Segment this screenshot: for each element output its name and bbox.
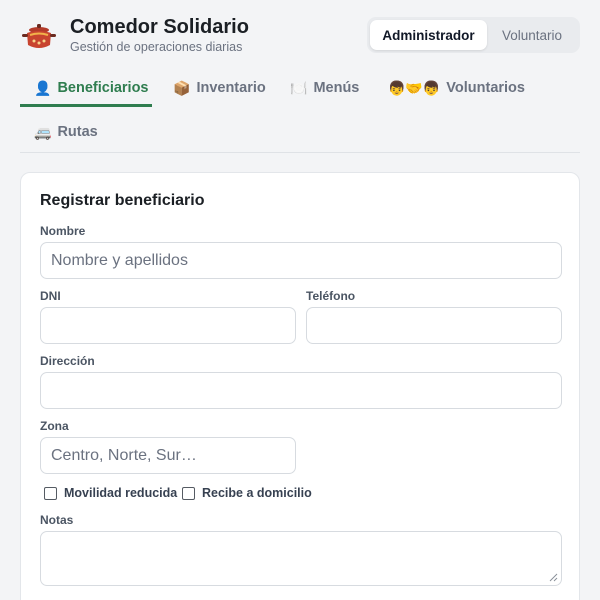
zona-input[interactable]	[40, 437, 296, 474]
notas-wrapper	[40, 531, 562, 586]
checkbox-label: Recibe a domicilio	[202, 486, 312, 500]
app-title: Comedor Solidario	[70, 16, 249, 38]
role-administrador-button[interactable]: Administrador	[370, 20, 487, 50]
tab-rutas[interactable]: 🚐 Rutas	[34, 114, 98, 150]
tab-label: Inventario	[196, 80, 266, 96]
checkbox-box[interactable]	[44, 486, 57, 500]
plate-icon: 🍽️	[290, 80, 308, 96]
tab-label: Rutas	[57, 124, 98, 140]
resize-handle-icon[interactable]	[548, 572, 558, 582]
movilidad-reducida-checkbox[interactable]: Movilidad reducida	[44, 486, 177, 500]
tab-beneficiarios[interactable]: 👤 Beneficiarios	[34, 70, 149, 106]
dni-input[interactable]	[40, 307, 296, 344]
van-icon: 🚐	[34, 124, 52, 140]
direccion-input[interactable]	[40, 372, 562, 409]
checkbox-box[interactable]	[182, 486, 195, 500]
nombre-input[interactable]	[40, 242, 562, 279]
main-tabs: 👤 Beneficiarios 📦 Inventario 🍽️ Menús 👦🤝…	[20, 70, 580, 153]
register-beneficiary-card: Registrar beneficiario Nombre DNI Teléfo…	[20, 172, 580, 600]
tab-menus[interactable]: 🍽️ Menús	[290, 70, 359, 106]
telefono-input[interactable]	[306, 307, 562, 344]
role-voluntario-button[interactable]: Voluntario	[487, 20, 577, 50]
handshake-icon: 👦🤝👦	[388, 80, 441, 96]
notas-textarea[interactable]	[40, 531, 562, 586]
tab-label: Menús	[313, 80, 360, 96]
app-header: Comedor Solidario Gestión de operaciones…	[0, 0, 600, 70]
tab-label: Voluntarios	[446, 80, 525, 96]
person-icon: 👤	[34, 80, 52, 96]
package-icon: 📦	[173, 80, 191, 96]
tab-label: Beneficiarios	[57, 80, 149, 96]
recibe-domicilio-checkbox[interactable]: Recibe a domicilio	[182, 486, 312, 500]
notas-label: Notas	[40, 513, 74, 527]
tab-inventario[interactable]: 📦 Inventario	[173, 70, 266, 106]
active-tab-indicator	[20, 104, 152, 107]
nombre-label: Nombre	[40, 224, 86, 238]
role-toggle: Administrador Voluntario	[367, 17, 580, 53]
telefono-label: Teléfono	[306, 289, 356, 303]
app-subtitle: Gestión de operaciones diarias	[70, 40, 243, 54]
form-title: Registrar beneficiario	[40, 192, 205, 209]
zona-label: Zona	[40, 419, 69, 433]
tab-voluntarios[interactable]: 👦🤝👦 Voluntarios	[388, 70, 525, 106]
checkbox-label: Movilidad reducida	[64, 486, 178, 500]
cooking-pot-icon	[22, 24, 56, 48]
dni-label: DNI	[40, 289, 61, 303]
direccion-label: Dirección	[40, 354, 95, 368]
